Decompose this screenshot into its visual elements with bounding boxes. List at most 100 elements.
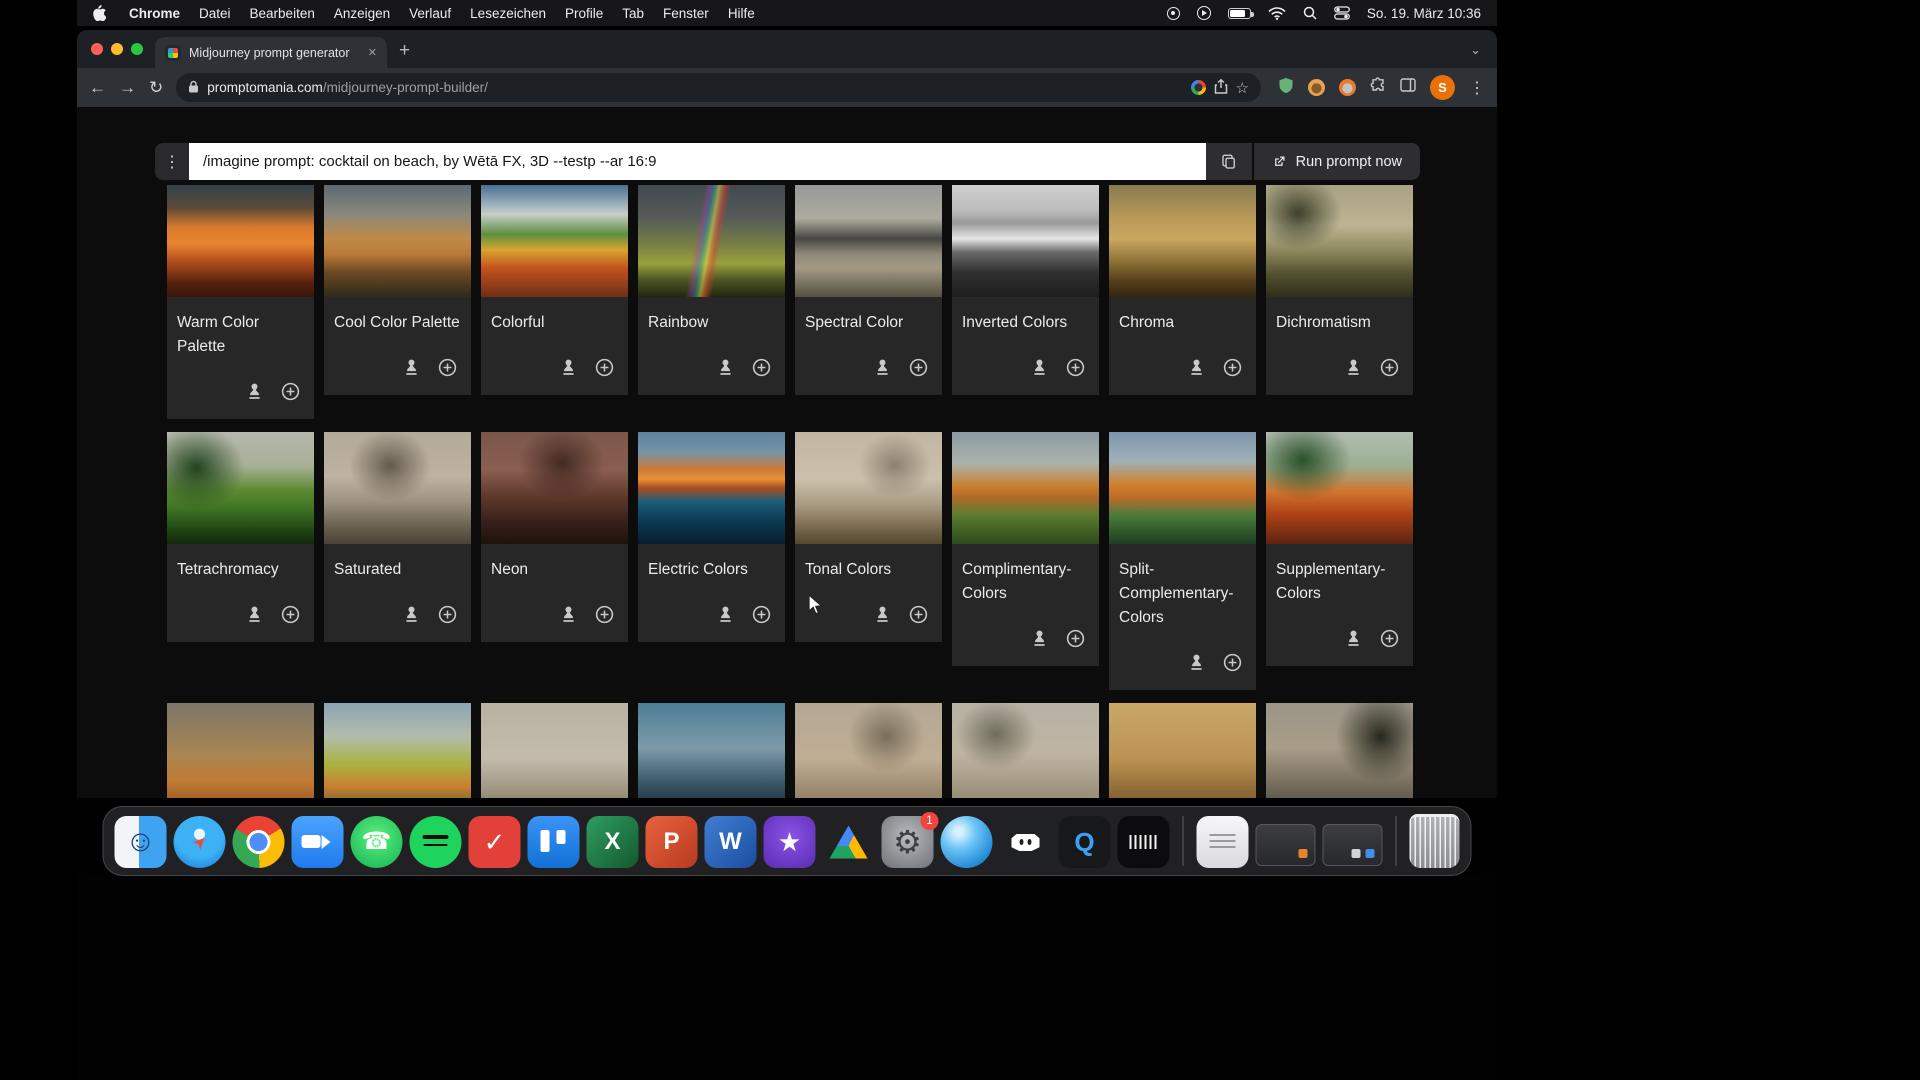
style-option-card[interactable]: Dichromatism bbox=[1266, 185, 1413, 395]
style-option-card[interactable]: Neon bbox=[481, 432, 628, 642]
reload-button[interactable]: ↻ bbox=[149, 79, 163, 96]
quicktime-icon[interactable]: Q bbox=[1058, 816, 1111, 868]
spotify-icon[interactable] bbox=[409, 816, 462, 868]
style-option-card[interactable]: Inverted Colors bbox=[952, 185, 1099, 395]
trash-icon[interactable] bbox=[1409, 814, 1460, 868]
address-bar[interactable]: promptomania.com/midjourney-prompt-build… bbox=[176, 73, 1261, 102]
style-option-card[interactable] bbox=[324, 703, 471, 798]
style-option-card[interactable] bbox=[481, 703, 628, 798]
style-option-card[interactable]: Tetrachromacy bbox=[167, 432, 314, 642]
prompt-options-kebab-icon[interactable]: ⋮ bbox=[155, 143, 189, 180]
preview-bust-icon[interactable] bbox=[1341, 626, 1365, 650]
google-icon[interactable] bbox=[1190, 80, 1206, 95]
menu-item-bearbeiten[interactable]: Bearbeiten bbox=[250, 6, 315, 21]
minimize-window-button[interactable] bbox=[111, 43, 123, 55]
minimized-window-2[interactable] bbox=[1322, 824, 1383, 866]
add-to-prompt-icon[interactable] bbox=[592, 355, 616, 379]
preview-bust-icon[interactable] bbox=[399, 355, 423, 379]
finder-icon[interactable]: ☺ bbox=[114, 816, 167, 868]
word-icon[interactable]: W bbox=[704, 816, 757, 868]
style-option-card[interactable]: Cool Color Palette bbox=[324, 185, 471, 395]
add-to-prompt-icon[interactable] bbox=[278, 602, 302, 626]
style-option-card[interactable]: Saturated bbox=[324, 432, 471, 642]
style-option-thumbnail[interactable] bbox=[952, 185, 1099, 297]
voice-memos-icon[interactable] bbox=[1117, 816, 1170, 868]
preview-bust-icon[interactable] bbox=[242, 379, 266, 403]
screen-mirroring-icon[interactable] bbox=[1196, 6, 1211, 20]
style-option-card[interactable] bbox=[952, 703, 1099, 798]
profile-avatar[interactable]: S bbox=[1430, 75, 1455, 100]
browser-tab[interactable]: Midjourney prompt generator ✕ bbox=[155, 37, 387, 68]
style-option-thumbnail[interactable] bbox=[1109, 185, 1256, 297]
prompt-input[interactable] bbox=[189, 143, 1206, 180]
style-option-thumbnail[interactable] bbox=[324, 185, 471, 297]
menu-item-datei[interactable]: Datei bbox=[199, 6, 231, 21]
style-option-thumbnail[interactable] bbox=[795, 432, 942, 544]
new-tab-button[interactable]: + bbox=[399, 40, 410, 62]
style-option-thumbnail[interactable] bbox=[638, 703, 785, 798]
style-option-card[interactable]: Split-Complementary-Colors bbox=[1109, 432, 1256, 690]
preview-bust-icon[interactable] bbox=[1341, 355, 1365, 379]
safari-icon[interactable]: ➤ bbox=[173, 816, 226, 868]
copy-prompt-button[interactable] bbox=[1205, 143, 1252, 180]
apple-menu-icon[interactable] bbox=[93, 5, 106, 21]
style-option-thumbnail[interactable] bbox=[167, 703, 314, 798]
preview-bust-icon[interactable] bbox=[242, 602, 266, 626]
style-option-thumbnail[interactable] bbox=[795, 185, 942, 297]
minimized-window-1[interactable] bbox=[1255, 824, 1316, 866]
add-to-prompt-icon[interactable] bbox=[749, 602, 773, 626]
style-option-thumbnail[interactable] bbox=[324, 432, 471, 544]
style-option-thumbnail[interactable] bbox=[1109, 703, 1256, 798]
style-option-thumbnail[interactable] bbox=[1266, 703, 1413, 798]
tab-search-chevron-icon[interactable]: ⌄ bbox=[1470, 42, 1481, 58]
menu-item-tab[interactable]: Tab bbox=[622, 6, 644, 21]
side-panel-icon[interactable] bbox=[1400, 78, 1416, 97]
menu-item-anzeigen[interactable]: Anzeigen bbox=[334, 6, 390, 21]
menu-item-app-name[interactable]: Chrome bbox=[129, 6, 180, 21]
control-center-icon[interactable] bbox=[1334, 6, 1350, 20]
preview-bust-icon[interactable] bbox=[870, 355, 894, 379]
style-option-card[interactable]: Complimentary-Colors bbox=[952, 432, 1099, 666]
style-option-card[interactable]: Rainbow bbox=[638, 185, 785, 395]
style-option-thumbnail[interactable] bbox=[638, 432, 785, 544]
white-window-app-icon[interactable] bbox=[1196, 816, 1249, 868]
style-option-thumbnail[interactable] bbox=[481, 432, 628, 544]
style-option-card[interactable] bbox=[1109, 703, 1256, 798]
preview-bust-icon[interactable] bbox=[556, 355, 580, 379]
blue-sphere-icon[interactable] bbox=[940, 816, 993, 868]
trello-icon[interactable] bbox=[527, 816, 580, 868]
preview-bust-icon[interactable] bbox=[1027, 355, 1051, 379]
imovie-icon[interactable]: ★ bbox=[763, 816, 816, 868]
todoist-icon[interactable]: ✓ bbox=[468, 816, 521, 868]
run-prompt-button[interactable]: Run prompt now bbox=[1251, 143, 1420, 180]
menu-item-verlauf[interactable]: Verlauf bbox=[409, 6, 451, 21]
tab-close-icon[interactable]: ✕ bbox=[368, 46, 377, 59]
add-to-prompt-icon[interactable] bbox=[435, 602, 459, 626]
tampermonkey-icon[interactable] bbox=[1308, 79, 1325, 96]
menu-item-fenster[interactable]: Fenster bbox=[663, 6, 709, 21]
screen-recording-indicator-icon[interactable] bbox=[1166, 6, 1180, 20]
style-option-card[interactable]: Spectral Color bbox=[795, 185, 942, 395]
powerpoint-icon[interactable]: P bbox=[645, 816, 698, 868]
style-option-thumbnail[interactable] bbox=[167, 432, 314, 544]
style-option-card[interactable]: Chroma bbox=[1109, 185, 1256, 395]
add-to-prompt-icon[interactable] bbox=[278, 379, 302, 403]
style-option-thumbnail[interactable] bbox=[167, 185, 314, 297]
style-option-thumbnail[interactable] bbox=[1266, 185, 1413, 297]
preview-bust-icon[interactable] bbox=[399, 602, 423, 626]
back-button[interactable]: ← bbox=[89, 79, 106, 96]
system-settings-icon[interactable]: ⚙ 1 bbox=[881, 812, 939, 868]
add-to-prompt-icon[interactable] bbox=[749, 355, 773, 379]
style-option-card[interactable] bbox=[1266, 703, 1413, 798]
add-to-prompt-icon[interactable] bbox=[1377, 626, 1401, 650]
chrome-icon[interactable] bbox=[232, 816, 285, 868]
zoom-icon[interactable] bbox=[291, 816, 344, 868]
google-drive-icon[interactable] bbox=[823, 816, 875, 868]
preview-bust-icon[interactable] bbox=[713, 602, 737, 626]
menubar-clock[interactable]: So. 19. März 10:36 bbox=[1367, 6, 1481, 21]
style-option-thumbnail[interactable] bbox=[1109, 432, 1256, 544]
browser-menu-kebab-icon[interactable]: ⋮ bbox=[1469, 78, 1485, 98]
style-option-card[interactable]: Colorful bbox=[481, 185, 628, 395]
style-option-card[interactable]: Warm Color Palette bbox=[167, 185, 314, 419]
add-to-prompt-icon[interactable] bbox=[1220, 355, 1244, 379]
